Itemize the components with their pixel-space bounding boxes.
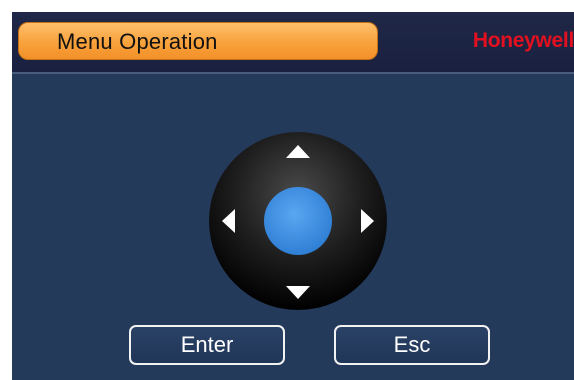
menu-operation-screen: Menu Operation Honeywell Enter Esc (12, 12, 574, 380)
enter-button[interactable]: Enter (129, 325, 285, 365)
brand-logo: Honeywell (472, 29, 574, 52)
header-bar: Menu Operation Honeywell (12, 12, 574, 72)
header-divider (12, 72, 574, 74)
esc-button[interactable]: Esc (334, 325, 490, 365)
directional-pad (209, 132, 387, 310)
dpad-center-button[interactable] (264, 187, 332, 255)
page-title: Menu Operation (57, 29, 218, 54)
title-pill: Menu Operation (18, 22, 378, 60)
